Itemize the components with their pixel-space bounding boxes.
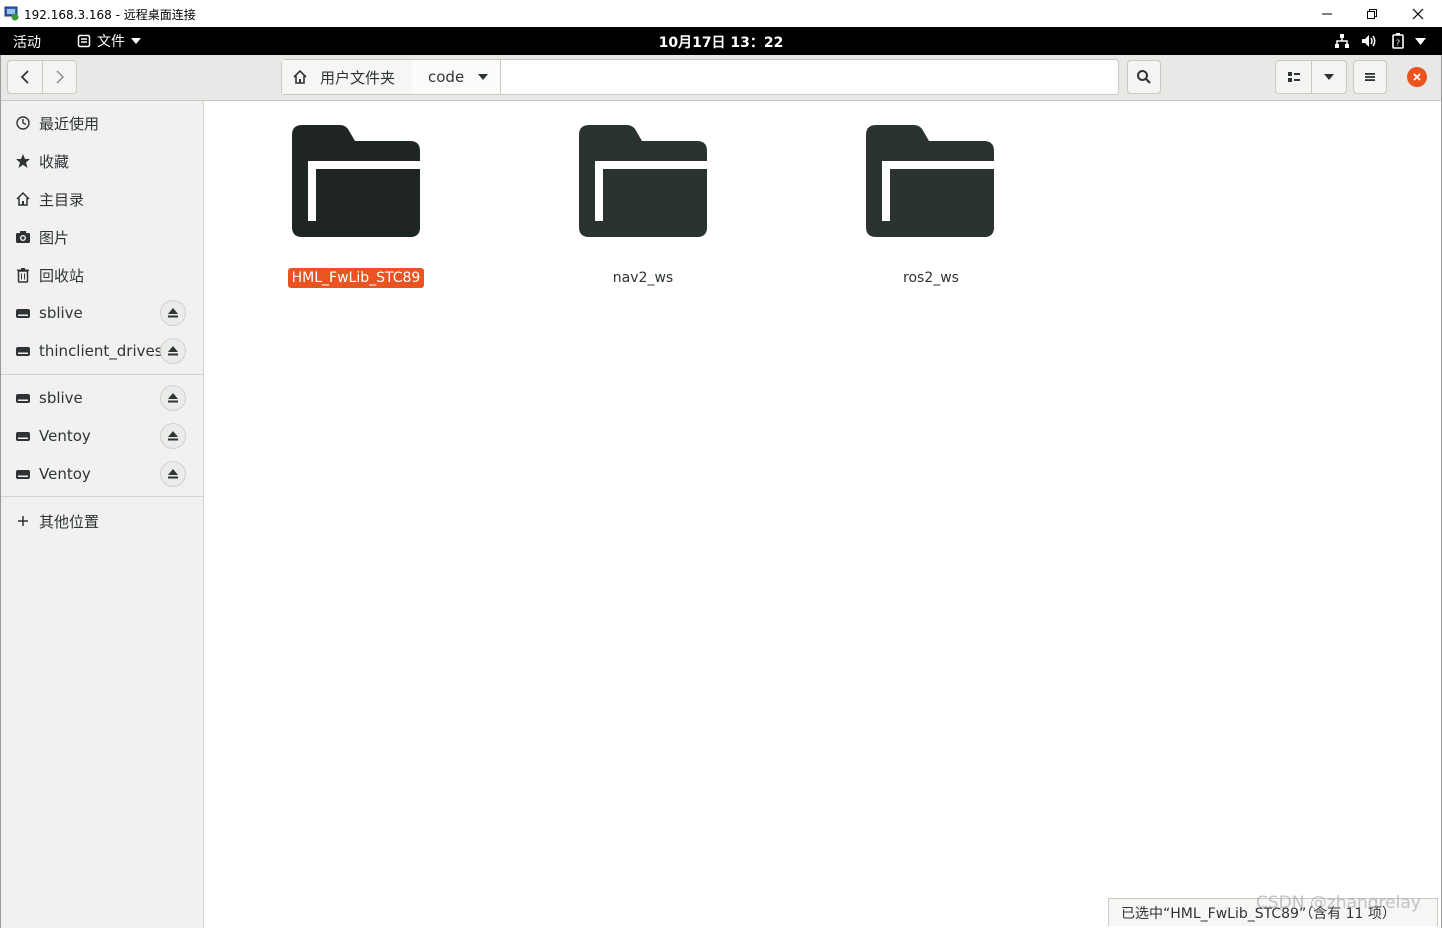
restore-button[interactable] [1349,0,1395,27]
watermark: CSDN @zhangrelay [1256,893,1421,913]
eject-button[interactable] [160,461,186,487]
home-icon [16,191,30,206]
header-bar: 用户文件夹 code [1,55,1441,101]
view-toggle-button[interactable] [1276,61,1312,93]
sidebar-item-home[interactable]: 主目录 [1,180,203,218]
sidebar-item-recent[interactable]: 最近使用 [1,104,203,142]
svg-text:?: ? [1396,39,1400,48]
drive-icon [16,309,30,318]
sidebar-item-label: 主目录 [39,190,85,209]
sidebar-item-sblive[interactable]: sblive [1,294,203,332]
breadcrumb-code-label: code [428,68,465,86]
eject-icon [168,469,178,479]
volume-icon[interactable] [1360,32,1378,50]
battery-icon[interactable]: ? [1389,32,1407,50]
breadcrumb-home-label: 用户文件夹 [320,68,396,87]
chevron-down-icon [478,74,488,80]
sidebar-item-device-ventoy[interactable]: Ventoy [1,417,203,455]
drive-icon [16,432,30,441]
folder-icon [866,125,994,237]
navigation-buttons [7,60,77,94]
sidebar-item-starred[interactable]: 收藏 [1,142,203,180]
back-button[interactable] [8,61,43,93]
sidebar-item-label: 图片 [39,228,70,247]
sidebar-item-thinclient-drives[interactable]: thinclient_drives [1,332,203,370]
home-icon [293,69,307,84]
plus-icon [18,516,28,526]
folder-icon [292,125,420,237]
folder-item[interactable]: ros2_ws [851,123,1011,286]
sidebar-item-label: 最近使用 [39,114,100,133]
folder-name: HML_FwLib_STC89 [276,268,436,288]
eject-icon [168,346,178,356]
drive-icon [16,470,30,479]
search-icon [1137,70,1151,84]
sidebar-item-label: sblive [39,304,83,322]
clock[interactable]: 10月17日 13：22 [0,32,1442,52]
forward-button[interactable] [43,61,77,93]
eject-button[interactable] [160,385,186,411]
sidebar-item-label: Ventoy [39,427,91,445]
view-options-button[interactable] [1312,61,1346,93]
folder-item[interactable]: nav2_ws [563,123,723,286]
sidebar-item-pictures[interactable]: 图片 [1,218,203,256]
hamburger-icon [1365,73,1375,81]
close-icon [1412,8,1424,19]
folder-icon [579,125,707,237]
close-icon [1413,73,1421,81]
sidebar-item-label: Ventoy [39,465,91,483]
folder-name: ros2_ws [903,270,959,286]
chevron-right-icon [56,70,65,84]
sidebar-item-label: sblive [39,389,83,407]
view-options-group [1275,60,1347,94]
close-window-button[interactable] [1395,0,1441,27]
eject-button[interactable] [160,423,186,449]
star-icon [16,154,30,168]
eject-icon [168,393,178,403]
eject-icon [168,431,178,441]
path-bar: 用户文件夹 code [281,59,1119,95]
folder-name: nav2_ws [612,270,674,286]
system-menu-chevron-icon[interactable] [1415,38,1426,45]
main-menu-button[interactable] [1353,60,1387,94]
file-view: HML_FwLib_STC89 nav2_ws ros2_ws [204,101,1441,928]
sidebar-separator [1,374,203,375]
sidebar-item-label: 回收站 [39,266,85,285]
rdp-window-title: 192.168.3.168 - 远程桌面连接 [24,8,196,22]
sidebar-item-trash[interactable]: 回收站 [1,256,203,294]
trash-icon [17,268,29,283]
sidebar-item-other-locations[interactable]: 其他位置 [1,502,203,540]
breadcrumb-code[interactable]: code [412,60,501,94]
chevron-left-icon [20,70,29,84]
chevron-down-icon [1324,74,1334,80]
minimize-button[interactable] [1304,0,1350,27]
eject-button[interactable] [160,338,186,364]
sidebar-separator [1,496,203,497]
drive-icon [16,347,30,356]
close-app-button[interactable] [1407,67,1427,87]
eject-button[interactable] [160,300,186,326]
network-icon[interactable] [1333,32,1351,50]
camera-icon [16,231,30,243]
sidebar-item-device-ventoy[interactable]: Ventoy [1,455,203,493]
sidebar-item-device-sblive[interactable]: sblive [1,379,203,417]
sidebar: 最近使用 收藏 主目录 图片 回收站 sblive thinclient_dri… [1,101,204,928]
gnome-top-bar: 活动 文件 10月17日 13：22 ? [0,27,1442,55]
minimize-icon [1322,13,1332,14]
sidebar-item-label: 其他位置 [39,512,100,531]
drive-icon [16,394,30,403]
breadcrumb-home[interactable]: 用户文件夹 [282,60,413,94]
clock-icon [16,116,30,130]
restore-icon [1367,8,1377,19]
eject-icon [168,308,178,318]
rdp-title-bar: 192.168.3.168 - 远程桌面连接 [0,0,1442,28]
folder-item[interactable]: HML_FwLib_STC89 [276,123,436,288]
list-view-icon [1287,72,1300,82]
sidebar-item-label: thinclient_drives [39,342,163,360]
search-button[interactable] [1127,60,1161,94]
sidebar-item-label: 收藏 [39,152,70,171]
remote-desktop-icon [4,6,19,21]
